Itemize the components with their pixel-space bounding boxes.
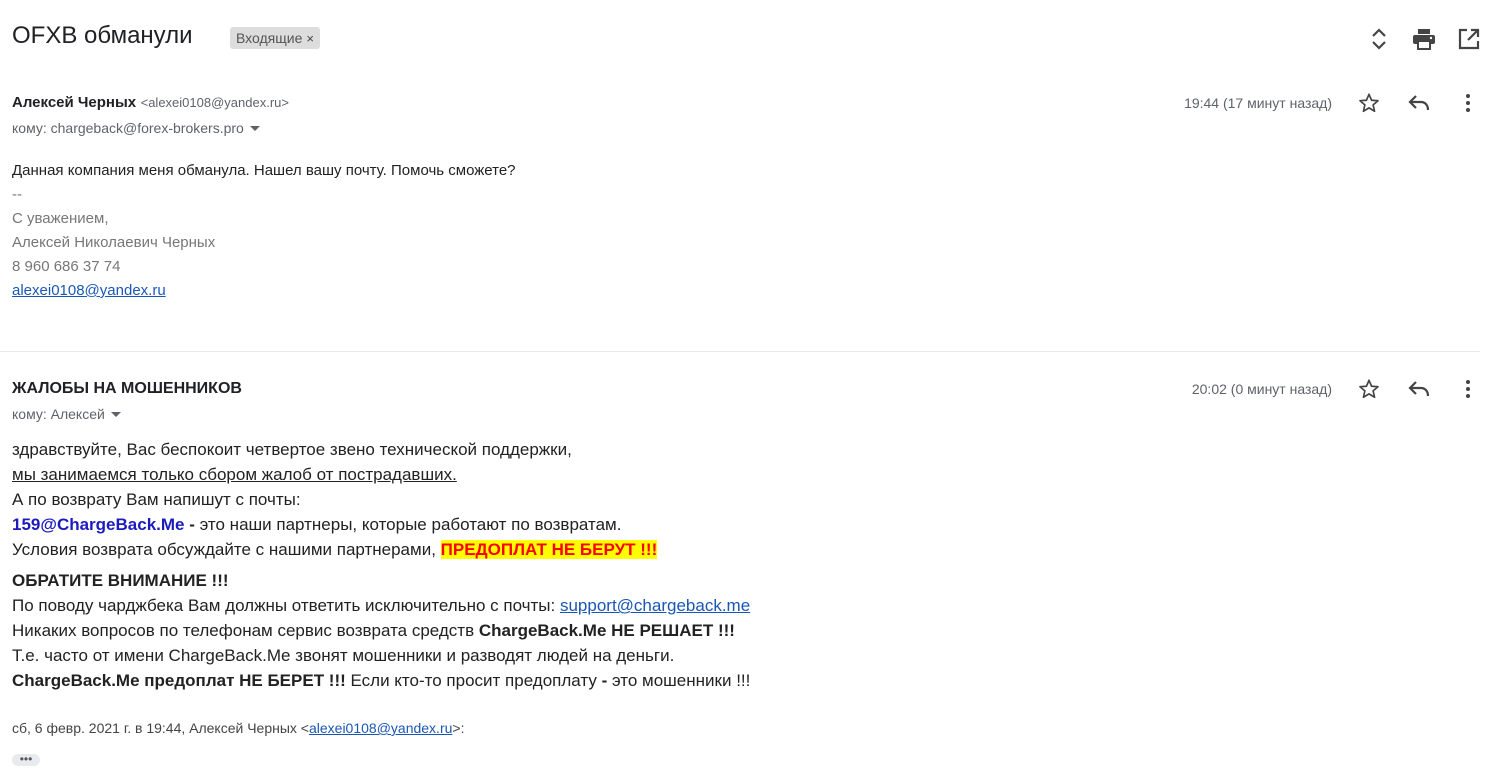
inbox-label-chip[interactable]: Входящие × — [230, 27, 320, 49]
show-trimmed-content-button[interactable]: ••• — [12, 753, 40, 766]
expand-collapse-icon[interactable] — [1366, 26, 1392, 52]
body-line: Условия возврата обсуждайте с нашими пар… — [12, 537, 750, 562]
message-2-recipients[interactable]: кому: Алексей — [12, 406, 121, 422]
quoted-header: сб, 6 февр. 2021 г. в 19:44, Алексей Чер… — [12, 720, 464, 736]
quoted-email-link[interactable]: alexei0108@yandex.ru — [309, 720, 452, 736]
body-line: По поводу чарджбека Вам должны ответить … — [12, 593, 750, 618]
show-details-icon[interactable] — [110, 412, 121, 417]
attention-heading: ОБРАТИТЕ ВНИМАНИЕ !!! — [12, 571, 229, 590]
print-icon[interactable] — [1411, 26, 1437, 52]
show-details-icon[interactable] — [249, 126, 260, 131]
dash: - — [184, 515, 200, 534]
sender-email: <alexei0108@yandex.ru> — [140, 95, 289, 110]
partner-email: 159@ChargeBack.Me — [12, 515, 185, 534]
body-line: Т.е. часто от имени ChargeBack.Me звонят… — [12, 646, 675, 665]
recipient-text: кому: Алексей — [12, 406, 105, 422]
message-1-time: 19:44 (17 минут назад) — [1184, 95, 1332, 111]
more-vert-icon[interactable] — [1456, 377, 1480, 401]
label-text: Входящие — [236, 30, 303, 46]
signature-phone: 8 960 686 37 74 — [12, 258, 121, 275]
signature-separator: -- — [12, 186, 22, 203]
open-in-new-window-icon[interactable] — [1456, 26, 1482, 52]
body-line: Никаких вопросов по телефонам сервис воз… — [12, 618, 750, 643]
quote-prefix: сб, 6 февр. 2021 г. в 19:44, Алексей Чер… — [12, 720, 309, 736]
sender-name: Алексей Черных — [12, 94, 137, 111]
body-line: мы занимаемся только сбором жалоб от пос… — [12, 465, 457, 484]
more-vert-icon[interactable] — [1456, 91, 1480, 115]
message-2-time: 20:02 (0 минут назад) — [1191, 381, 1332, 397]
message-2-body: здравствуйте, Вас беспокоит четвертое зв… — [12, 437, 750, 693]
signature-email-link[interactable]: alexei0108@yandex.ru — [12, 282, 166, 299]
message-1-recipients[interactable]: кому: chargeback@forex-brokers.pro — [12, 120, 260, 136]
star-icon[interactable] — [1357, 91, 1381, 115]
message-1-body: Данная компания меня обманула. Нашел ваш… — [12, 159, 516, 303]
body-line: А по возврату Вам напишут с почты: — [12, 490, 301, 509]
reply-icon[interactable] — [1407, 91, 1431, 115]
star-icon[interactable] — [1357, 377, 1381, 401]
signature-greeting: С уважением, — [12, 210, 109, 227]
reply-icon[interactable] — [1407, 377, 1431, 401]
remove-label-icon[interactable]: × — [306, 31, 314, 46]
message-divider — [0, 351, 1480, 352]
support-text: По поводу чарджбека Вам должны ответить … — [12, 596, 560, 615]
no-prepayment-highlight: ПРЕДОПЛАТ НЕ БЕРУТ !!! — [440, 540, 658, 559]
support-email-link[interactable]: support@chargeback.me — [560, 596, 750, 615]
body-line: 159@ChargeBack.Me - это наши партнеры, к… — [12, 512, 750, 537]
body-line: ChargeBack.Me предоплат НЕ БЕРЕТ !!! Есл… — [12, 668, 750, 693]
message-2-sender: ЖАЛОБЫ НА МОШЕННИКОВ — [12, 380, 242, 397]
body-line: здравствуйте, Вас беспокоит четвертое зв… — [12, 440, 572, 459]
scam-text: Если кто-то просит предоплату — [345, 671, 602, 690]
phone-text: Никаких вопросов по телефонам сервис воз… — [12, 621, 479, 640]
partner-description: это наши партнеры, которые работают по в… — [199, 515, 622, 534]
quote-suffix: >: — [452, 720, 465, 736]
scam-end: это мошенники !!! — [607, 671, 751, 690]
body-text: Данная компания меня обманула. Нашел ваш… — [12, 162, 516, 179]
signature-name: Алексей Николаевич Черных — [12, 234, 216, 251]
message-1-sender: Алексей Черных <alexei0108@yandex.ru> — [12, 94, 289, 112]
recipient-text: кому: chargeback@forex-brokers.pro — [12, 120, 244, 136]
no-prepay-bold: ChargeBack.Me предоплат НЕ БЕРЕТ !!! — [12, 671, 346, 690]
thread-subject: OFXB обманули — [12, 22, 193, 49]
conditions-text: Условия возврата обсуждайте с нашими пар… — [12, 540, 441, 559]
not-resolve-bold: ChargeBack.Me НЕ РЕШАЕТ !!! — [478, 621, 735, 640]
